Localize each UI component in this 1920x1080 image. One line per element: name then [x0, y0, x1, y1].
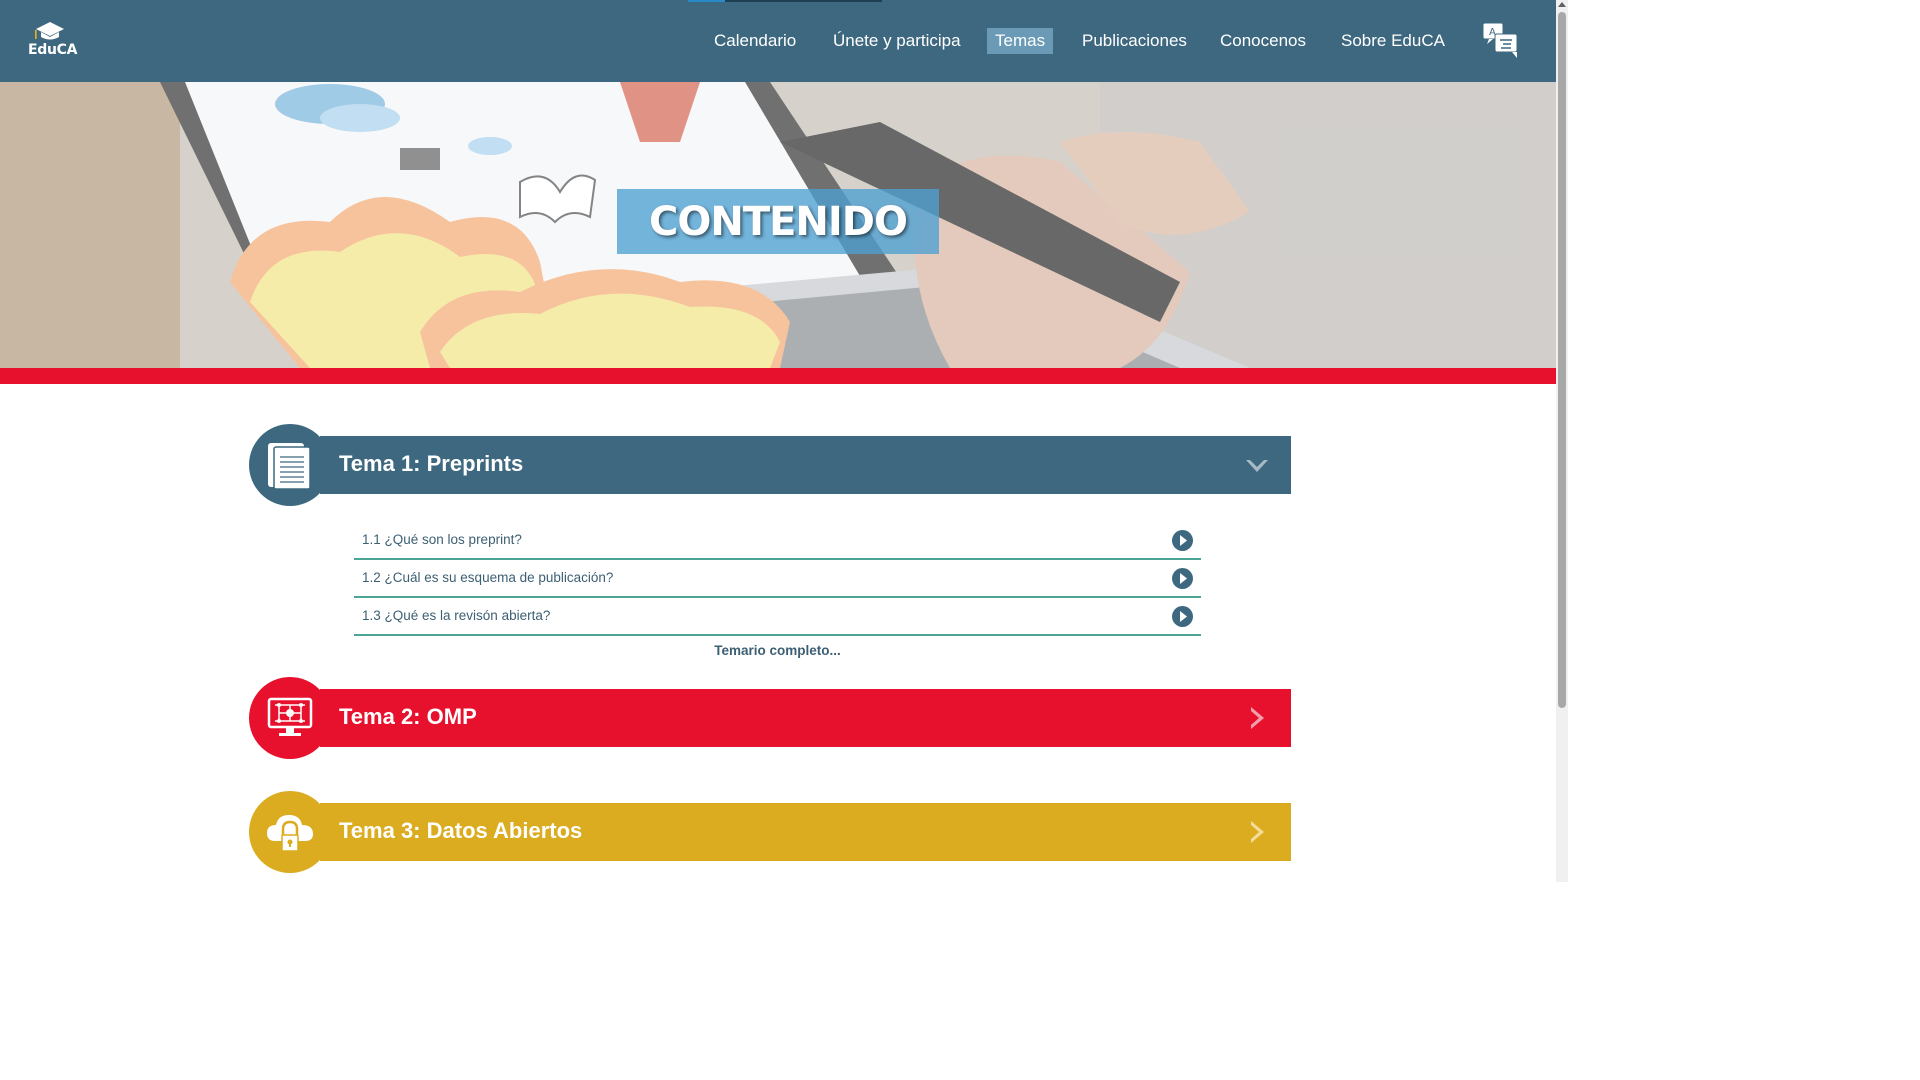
top-navbar: EduCA Calendario Únete y participa Temas…	[0, 0, 1556, 82]
topic-1-title[interactable]: Tema 1: Preprints	[339, 436, 523, 494]
temario-completo-link[interactable]: Temario completo...	[354, 643, 1201, 658]
documents-icon	[268, 443, 311, 490]
topic-2-title[interactable]: Tema 2: OMP	[339, 689, 477, 747]
topic-1-icon-circle	[249, 424, 331, 506]
vertical-scrollbar[interactable]	[1556, 0, 1568, 882]
nav-accent-bar	[688, 0, 882, 2]
subitem-label: 1.3 ¿Qué es la revisón abierta?	[362, 608, 551, 623]
scroll-up-arrow-icon[interactable]	[1558, 2, 1566, 7]
nav-item-calendario[interactable]: Calendario	[714, 28, 796, 54]
scrollbar-thumb[interactable]	[1558, 12, 1566, 708]
hero-banner: CONTENIDO	[0, 82, 1556, 368]
nav-item-conocenos[interactable]: Conocenos	[1220, 28, 1306, 54]
nav-item-publicaciones[interactable]: Publicaciones	[1082, 28, 1187, 54]
chevron-right-icon[interactable]	[1244, 705, 1270, 731]
topic-1-subitem[interactable]: 1.3 ¿Qué es la revisón abierta?	[354, 598, 1201, 636]
arrow-right-circle-icon[interactable]	[1172, 530, 1193, 551]
arrow-right-circle-icon[interactable]	[1172, 568, 1193, 589]
translate-icon[interactable]: A	[1481, 20, 1523, 62]
main-nav: Calendario Únete y participa Temas Publi…	[0, 28, 1556, 54]
topic-1-subitem[interactable]: 1.1 ¿Qué son los preprint?	[354, 522, 1201, 560]
arrow-right-circle-icon[interactable]	[1172, 606, 1193, 627]
chevron-right-icon[interactable]	[1244, 819, 1270, 845]
topic-2-icon-circle	[249, 677, 331, 759]
nav-item-sobre-educa[interactable]: Sobre EduCA	[1341, 28, 1445, 54]
red-divider	[0, 368, 1556, 384]
hero-title-box: CONTENIDO	[617, 189, 939, 254]
chevron-down-icon[interactable]	[1244, 452, 1270, 478]
subitem-label: 1.1 ¿Qué son los preprint?	[362, 532, 522, 547]
nav-item-temas[interactable]: Temas	[987, 28, 1054, 54]
monitor-network-icon	[267, 697, 313, 736]
nav-item-unete-y-participa[interactable]: Únete y participa	[833, 28, 961, 54]
hero-title: CONTENIDO	[648, 199, 908, 245]
topic-3-title[interactable]: Tema 3: Datos Abiertos	[339, 803, 582, 861]
cloud-lock-icon	[267, 815, 313, 852]
subitem-label: 1.2 ¿Cuál es su esquema de publicación?	[362, 570, 614, 585]
topic-3-icon-circle	[249, 791, 331, 873]
topic-1-subitem[interactable]: 1.2 ¿Cuál es su esquema de publicación?	[354, 560, 1201, 598]
